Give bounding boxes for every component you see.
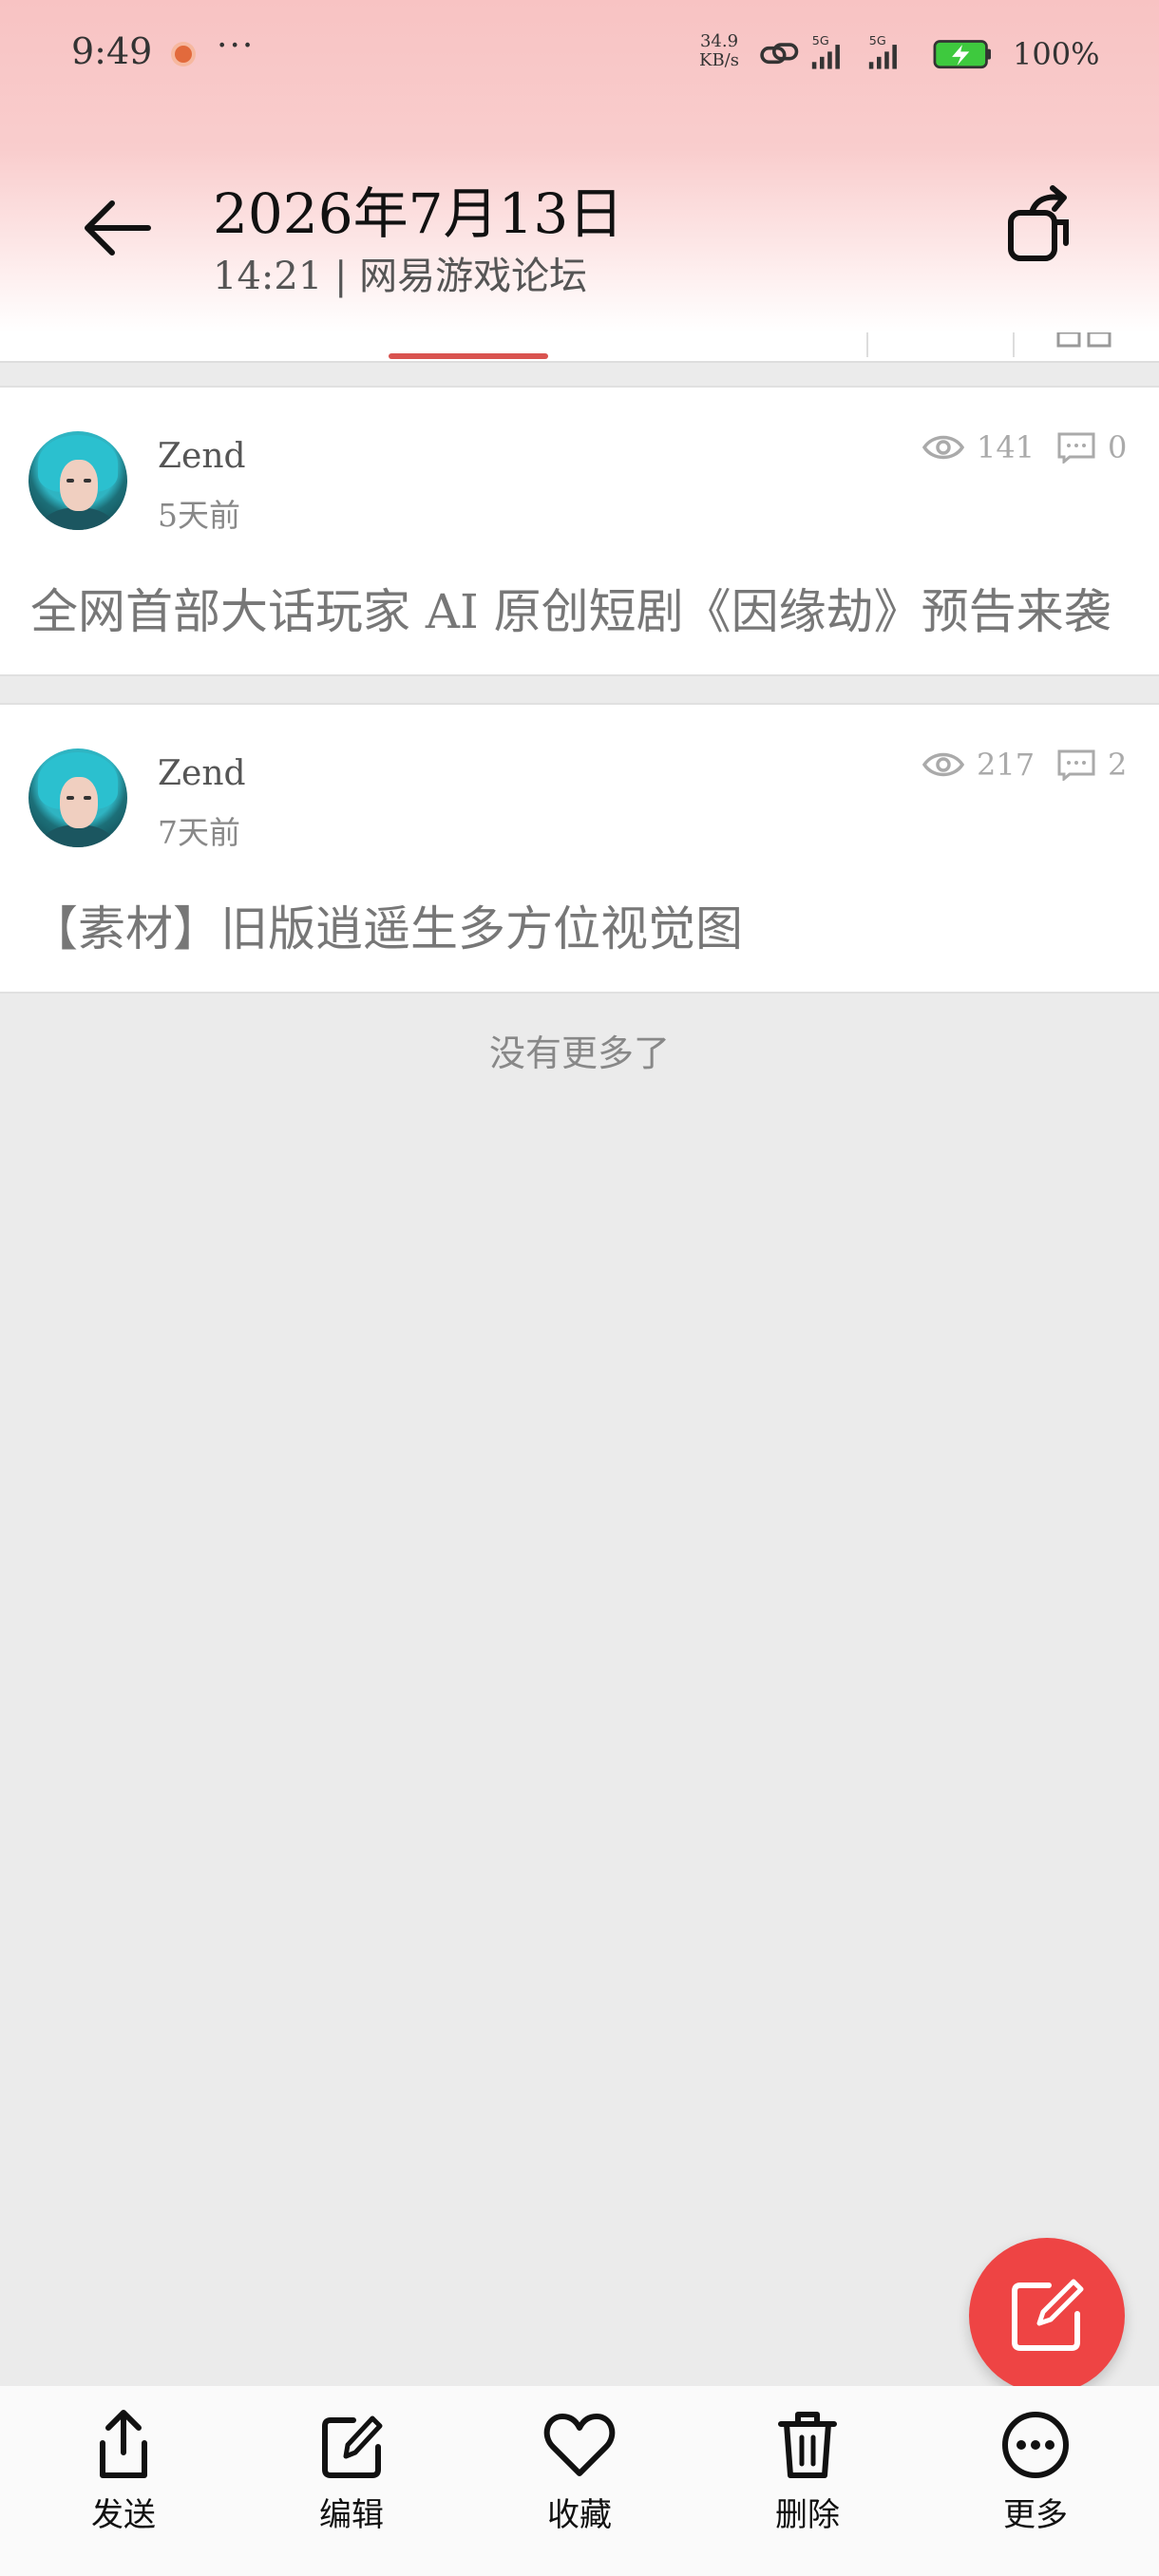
edit-icon	[322, 2415, 383, 2478]
notification-dot-icon	[175, 46, 192, 63]
view-count-value: 217	[977, 747, 1036, 783]
network-speed: 34.9 KB/s	[699, 32, 739, 70]
list-end-message: 没有更多了	[488, 1032, 670, 1074]
page-title: 2026年7月13日	[213, 181, 624, 246]
more-icon	[1002, 2412, 1069, 2478]
link-icon	[760, 43, 799, 65]
comment-count-value: 2	[1108, 747, 1128, 783]
status-bar: 9:49 ··· 34.9 KB/s 5G 5G 100%	[0, 0, 1159, 112]
send-label: 发送	[91, 2496, 156, 2534]
svg-text:5G: 5G	[812, 36, 829, 47]
share-icon	[1008, 185, 1069, 261]
view-count-value: 141	[977, 429, 1036, 465]
active-tab-indicator	[389, 353, 548, 359]
post-title[interactable]: 全网首部大话玩家 AI 原创短剧《因缘劫》预告来袭	[30, 574, 1112, 642]
heart-icon	[543, 2414, 616, 2476]
eye-icon	[922, 435, 965, 460]
signal-5g-icon-1: 5G	[811, 36, 840, 69]
share-button[interactable]	[994, 184, 1089, 270]
status-time: 9:49	[71, 30, 153, 72]
comment-count[interactable]: 2	[1056, 747, 1127, 783]
more-button[interactable]: 更多	[969, 2407, 1102, 2535]
tab-divider	[1013, 332, 1015, 357]
comment-count-value: 0	[1108, 429, 1128, 465]
more-label: 更多	[1003, 2496, 1068, 2534]
favorite-button[interactable]: 收藏	[513, 2407, 646, 2535]
trash-icon	[778, 2412, 837, 2478]
post-card[interactable]: Zend 5天前 141 0 全网首部大话玩家 AI 原创短剧《因缘劫》预告来袭	[0, 386, 1159, 676]
upload-icon	[100, 2410, 147, 2478]
signal-5g-icon-2: 5G	[868, 36, 897, 69]
back-arrow-icon	[85, 200, 151, 256]
page-subtitle: 14:21 | 网易游戏论坛	[213, 255, 588, 298]
post-time: 5天前	[158, 497, 240, 534]
bottom-action-bar: 发送 编辑 收藏 删除 更多	[0, 2386, 1159, 2576]
back-button[interactable]	[76, 190, 162, 266]
tab-strip	[0, 332, 1159, 363]
nav-bar: 2026年7月13日 14:21 | 网易游戏论坛	[0, 161, 1159, 298]
network-speed-unit: KB/s	[699, 50, 739, 70]
edit-label: 编辑	[319, 2496, 384, 2534]
delete-label: 删除	[775, 2496, 840, 2534]
comment-icon	[1057, 432, 1095, 464]
view-count: 217	[922, 747, 1035, 783]
grid-view-icon[interactable]	[1056, 332, 1113, 350]
view-count: 141	[922, 429, 1035, 465]
svg-text:5G: 5G	[869, 36, 886, 47]
delete-button[interactable]: 删除	[741, 2407, 874, 2535]
favorite-label: 收藏	[547, 2496, 612, 2534]
avatar[interactable]	[28, 748, 127, 847]
compose-icon	[1012, 2279, 1084, 2351]
post-card[interactable]: Zend 7天前 217 2 【素材】旧版逍遥生多方位视觉图	[0, 703, 1159, 994]
post-title[interactable]: 【素材】旧版逍遥生多方位视觉图	[30, 891, 743, 959]
edit-button[interactable]: 编辑	[285, 2407, 418, 2535]
post-time: 7天前	[158, 814, 240, 851]
comment-icon	[1057, 749, 1095, 781]
tab-divider	[866, 332, 868, 357]
network-speed-value: 34.9	[699, 31, 739, 51]
battery-icon	[933, 40, 991, 69]
post-author[interactable]: Zend	[158, 437, 246, 476]
eye-icon	[922, 752, 965, 777]
comment-count[interactable]: 0	[1056, 429, 1127, 465]
send-button[interactable]: 发送	[57, 2407, 190, 2535]
compose-button[interactable]	[969, 2238, 1125, 2394]
connectivity-icons: 5G 5G	[760, 36, 991, 69]
status-more-icon: ···	[217, 27, 256, 66]
post-author[interactable]: Zend	[158, 754, 246, 793]
battery-percent: 100%	[1013, 36, 1100, 72]
avatar[interactable]	[28, 431, 127, 530]
